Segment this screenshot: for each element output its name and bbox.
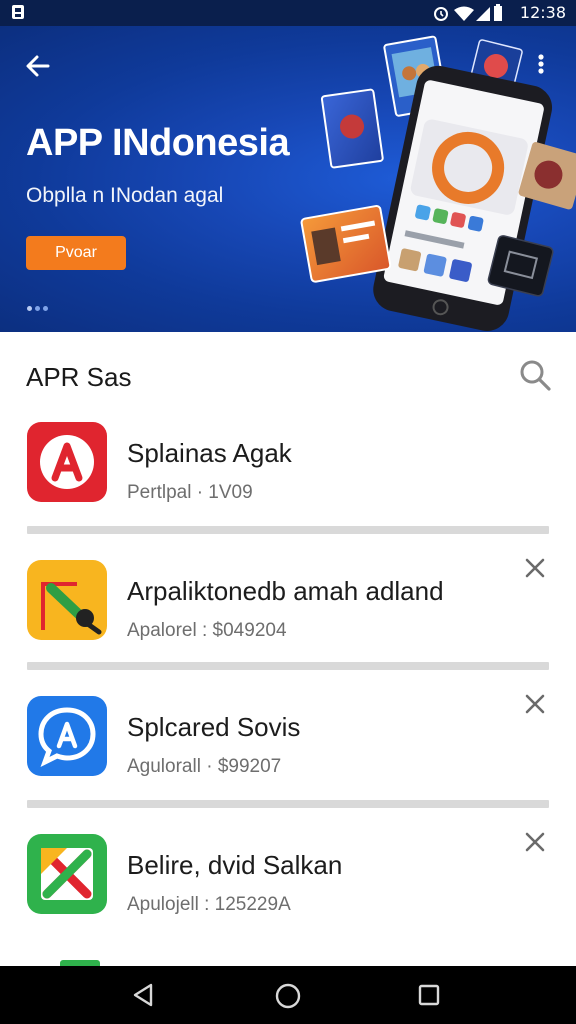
app-meta: Agulorall · $99207 (127, 756, 282, 777)
carousel-dot[interactable] (27, 306, 32, 311)
list-item[interactable]: Arpaliktonedb amah adland Apalorel : $04… (0, 556, 576, 666)
section-title: APR Sas (26, 362, 132, 392)
status-icons (434, 4, 502, 21)
clock: 12:38 (519, 3, 566, 22)
signal-icon (476, 7, 490, 21)
recents-icon[interactable] (416, 982, 442, 1008)
hero-banner[interactable]: APP INdonesia Obplla n INodan agal Pvoar (0, 26, 576, 332)
app-meta: Pertlpal · 1V09 (127, 482, 253, 503)
home-icon[interactable] (274, 982, 302, 1010)
divider (27, 526, 549, 534)
alarm-icon (434, 7, 448, 21)
app-meta: Apalorel : $049204 (127, 620, 287, 641)
app-meta: Apulojell : 125229A (127, 894, 291, 915)
banner-title: APP INdonesia (26, 122, 290, 164)
app-name[interactable]: Belire, dvid Salkan (127, 850, 342, 881)
list-item[interactable]: Splainas Agak Pertlpal · 1V09 (0, 418, 576, 528)
app-name[interactable]: Splainas Agak (127, 438, 292, 469)
battery-icon (494, 4, 502, 21)
navigation-bar (0, 966, 576, 1024)
divider (27, 662, 549, 670)
blue-chat-a-icon[interactable] (27, 696, 107, 776)
list-item[interactable]: Belire, dvid Salkan Apulojell : 125229A (0, 830, 576, 940)
divider (27, 800, 549, 808)
close-icon[interactable] (523, 692, 547, 716)
close-icon[interactable] (523, 830, 547, 854)
back-arrow-icon[interactable] (24, 52, 52, 80)
banner-subtitle: Obplla n INodan agal (26, 184, 224, 207)
yellow-app-icon[interactable] (27, 560, 107, 640)
carousel-dot[interactable] (43, 306, 48, 311)
wifi-icon (454, 6, 474, 21)
carousel-indicator[interactable] (27, 298, 67, 311)
close-icon[interactable] (523, 556, 547, 580)
app-name[interactable]: Arpaliktonedb amah adland (127, 576, 444, 607)
app-name[interactable]: Splcared Sovis (127, 712, 300, 743)
sim-icon (12, 5, 24, 19)
red-a-logo-icon[interactable] (27, 422, 107, 502)
status-bar: 12:38 (0, 0, 576, 26)
phone-illustration (300, 35, 576, 331)
green-x-icon[interactable] (27, 834, 107, 914)
search-icon[interactable] (518, 358, 552, 392)
banner-button[interactable]: Pvoar (26, 236, 126, 270)
list-item[interactable]: Splcared Sovis Agulorall · $99207 (0, 692, 576, 802)
back-icon[interactable] (130, 982, 156, 1008)
carousel-dot[interactable] (35, 306, 40, 311)
